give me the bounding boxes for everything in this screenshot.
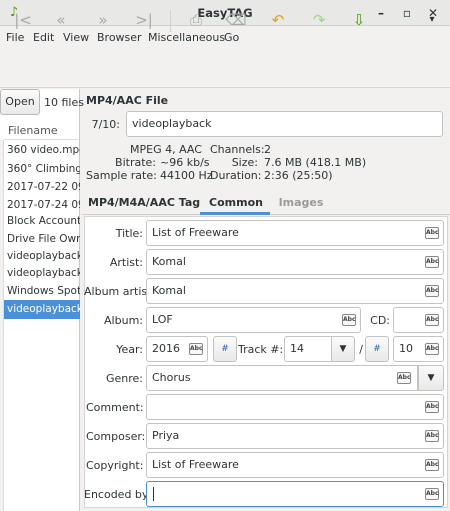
abc-icon[interactable]: Abc xyxy=(425,430,439,442)
album-artist-field[interactable]: Komal xyxy=(146,278,444,304)
menu-file[interactable]: File xyxy=(6,31,24,44)
abc-icon[interactable]: Abc xyxy=(397,372,411,384)
tab-images[interactable]: Images xyxy=(276,196,326,209)
title-label: Title: xyxy=(115,227,143,240)
album-label: Album: xyxy=(104,314,143,327)
encoded-by-label: Encoded by: xyxy=(84,488,152,501)
menu-browser[interactable]: Browser xyxy=(97,31,142,44)
artist-label: Artist: xyxy=(109,256,143,269)
album-field[interactable]: LOF xyxy=(146,307,361,333)
genre-combo-field[interactable]: Chorus xyxy=(146,365,418,391)
abc-icon[interactable]: Abc xyxy=(425,285,439,297)
filename-column-header[interactable]: Filename xyxy=(4,121,78,140)
abc-icon[interactable]: Abc xyxy=(425,314,439,326)
duration-label: Duration: xyxy=(210,169,262,182)
copyright-label: Copyright: xyxy=(86,459,144,472)
last-icon[interactable]: >| xyxy=(132,9,156,31)
channels-value: 2 xyxy=(264,143,271,156)
file-item[interactable]: videoplayback2. xyxy=(4,264,80,283)
file-item[interactable]: 2017-07-22 09- xyxy=(4,178,80,197)
maximize-button[interactable]: ▫ xyxy=(398,4,416,22)
composer-label: Composer: xyxy=(86,430,146,443)
filename-field[interactable]: videoplayback xyxy=(126,111,443,137)
track-label: Track #: xyxy=(238,343,284,356)
file-item[interactable]: 360° Climbing a xyxy=(4,160,80,179)
previous-icon[interactable]: « xyxy=(49,9,73,31)
toolbar xyxy=(0,48,450,88)
redo-icon[interactable]: ↷ xyxy=(307,9,331,31)
tag-type-label: MP4/M4A/AAC Tag xyxy=(88,196,201,209)
menu-view[interactable]: View xyxy=(63,31,89,44)
file-item[interactable]: 360 video.mp4 xyxy=(4,141,80,160)
duration-value: 2:36 (25:50) xyxy=(264,169,333,182)
encoded-by-field[interactable] xyxy=(146,481,444,507)
copyright-field[interactable]: List of Freeware xyxy=(146,452,444,478)
codec-value: MPEG 4, AAC xyxy=(130,143,202,156)
abc-icon[interactable]: Abc xyxy=(189,343,203,355)
bitrate-value: ~96 kb/s xyxy=(160,156,210,169)
abc-icon[interactable]: Abc xyxy=(425,227,439,239)
abc-icon[interactable]: Abc xyxy=(425,401,439,413)
abc-icon[interactable]: Abc xyxy=(425,459,439,471)
file-position: 7/10: xyxy=(91,118,120,131)
scan-icon[interactable]: ⎙ xyxy=(184,9,208,31)
genre-label: Genre: xyxy=(105,372,143,385)
size-label: Size: xyxy=(231,156,258,169)
abc-icon[interactable]: Abc xyxy=(425,488,439,500)
file-item[interactable]: Windows Spotli xyxy=(4,282,80,301)
samplerate-value: 44100 Hz xyxy=(160,169,213,182)
abc-icon[interactable]: Abc xyxy=(425,256,439,268)
cd-label: CD: xyxy=(370,314,390,327)
menu-go[interactable]: Go xyxy=(224,31,239,44)
file-item-selected[interactable]: videoplayback.n xyxy=(4,300,80,319)
files-count: 10 files xyxy=(44,96,84,109)
track-field[interactable]: 14 xyxy=(284,336,332,362)
track-total-sequence-icon[interactable]: # xyxy=(365,336,389,362)
composer-field[interactable]: Priya xyxy=(146,423,444,449)
tab-common[interactable]: Common xyxy=(206,196,266,209)
track-dropdown-button[interactable]: ▼ xyxy=(331,336,355,362)
open-button[interactable]: Open xyxy=(0,89,40,115)
menu-miscellaneous[interactable]: Miscellaneous xyxy=(148,31,225,44)
menu-edit[interactable]: Edit xyxy=(33,31,54,44)
album-artist-label: Album artist: xyxy=(84,285,156,298)
first-icon[interactable]: |< xyxy=(11,9,35,31)
file-section-title: MP4/AAC File xyxy=(86,94,169,107)
size-value: 7.6 MB (418.1 MB) xyxy=(264,156,367,169)
overflow-menu-icon[interactable]: ▾ xyxy=(420,9,444,31)
year-label: Year: xyxy=(116,343,143,356)
comment-field[interactable] xyxy=(146,394,444,420)
active-tab-indicator xyxy=(200,212,270,215)
text-cursor xyxy=(153,487,154,501)
track-separator: / xyxy=(359,343,363,356)
abc-icon[interactable]: Abc xyxy=(342,314,356,326)
samplerate-label: Sample rate: xyxy=(86,169,157,182)
remove-tag-icon[interactable]: ⌫ xyxy=(224,9,248,31)
file-item[interactable]: Block Accounts xyxy=(4,212,80,231)
next-icon[interactable]: » xyxy=(91,9,115,31)
artist-field[interactable]: Komal xyxy=(146,249,444,275)
abc-icon[interactable]: Abc xyxy=(425,343,439,355)
channels-label: Channels: xyxy=(210,143,265,156)
save-icon[interactable]: ⇩ xyxy=(347,9,371,31)
undo-icon[interactable]: ↶ xyxy=(266,9,290,31)
bitrate-label: Bitrate: xyxy=(115,156,156,169)
genre-dropdown-button[interactable]: ▼ xyxy=(418,365,444,391)
toolbar-separator xyxy=(170,10,171,32)
minimize-button[interactable]: – xyxy=(372,4,390,22)
comment-label: Comment: xyxy=(86,401,144,414)
title-field[interactable]: List of Freeware xyxy=(146,220,444,246)
sequence-icon[interactable]: # xyxy=(213,336,237,362)
